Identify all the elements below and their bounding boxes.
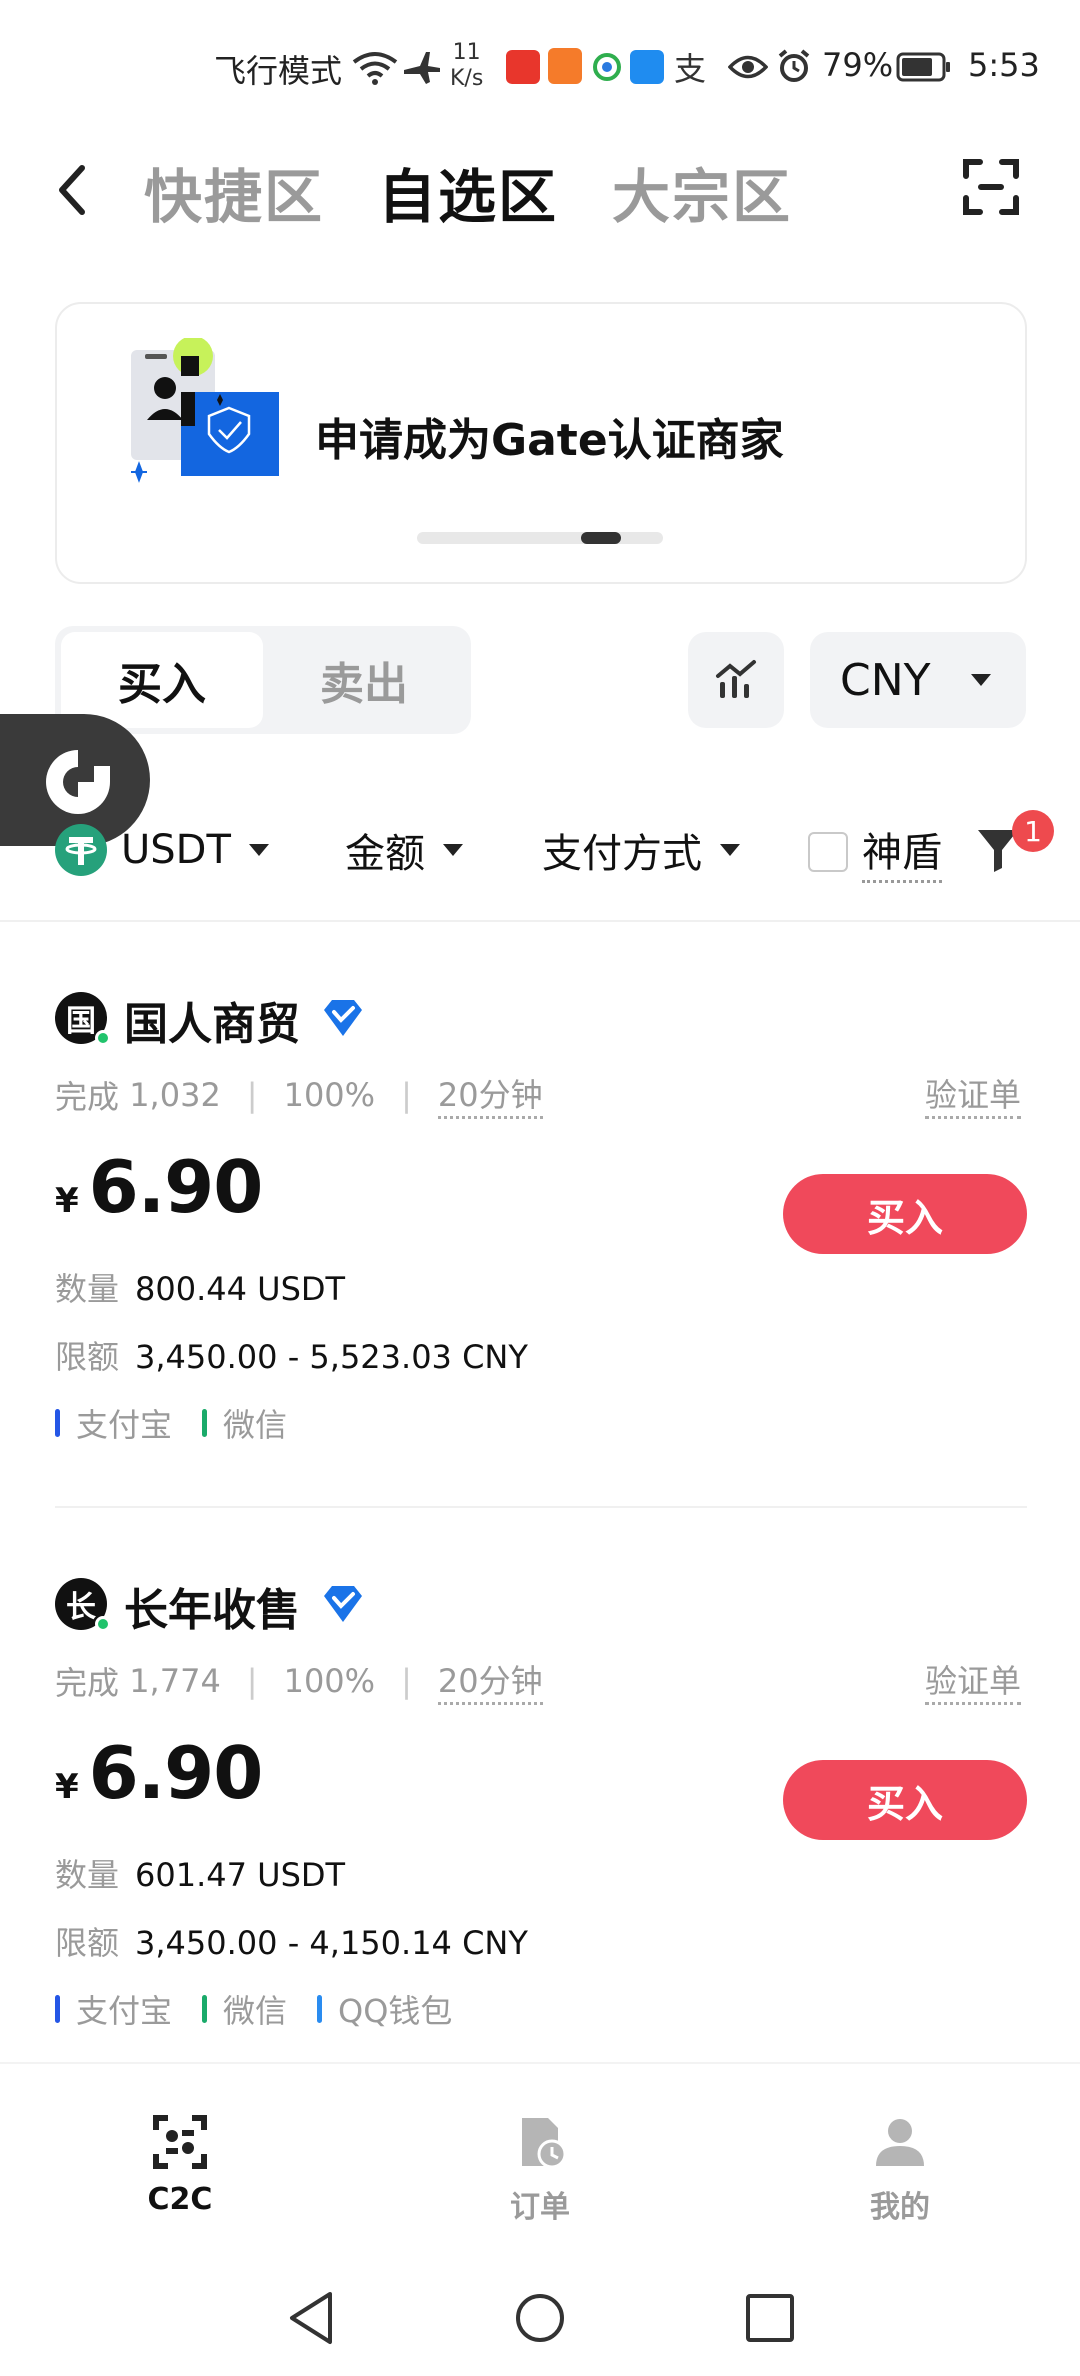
merchant-stats: 完成 1,774 | 100% | 20分钟 [55, 1656, 543, 1705]
verified-diamond-icon [324, 1586, 362, 1622]
tab-bulk-zone[interactable]: 大宗区 [612, 150, 792, 234]
payment-method: 支付宝 [55, 1986, 172, 2032]
c2c-icon [153, 2115, 207, 2169]
market-chart-button[interactable] [688, 632, 784, 728]
network-speed: 11 K/s [450, 40, 484, 91]
merchant-banner[interactable]: 申请成为Gate认证商家 [55, 302, 1027, 584]
currency-select[interactable]: CNY [810, 632, 1026, 728]
bottom-navigation: C2C 订单 我的 [0, 2062, 1080, 2242]
payment-filter-label: 支付方式 [542, 831, 702, 877]
online-indicator [95, 1616, 111, 1632]
merchant-name[interactable]: 长年收售 [124, 1574, 300, 1638]
battery-percent: 79% [822, 46, 894, 84]
quantity-row: 数量 601.47 USDT [55, 1856, 346, 1894]
filter-count-badge: 1 [1012, 810, 1054, 852]
carousel-indicator-active [581, 532, 621, 544]
profile-icon [876, 2119, 924, 2166]
price: ¥ 6.90 [55, 1731, 263, 1815]
tab-quick-zone[interactable]: 快捷区 [144, 150, 324, 234]
order-icon [522, 2118, 567, 2169]
online-indicator [95, 1030, 111, 1046]
section-divider [0, 920, 1080, 922]
chevron-down-icon [443, 844, 463, 856]
quantity-row: 数量 800.44 USDT [55, 1270, 346, 1308]
payment-methods: 支付宝 微信 [55, 1400, 317, 1446]
merchant-name[interactable]: 国人商贸 [124, 988, 300, 1052]
clock-time: 5:53 [968, 46, 1040, 84]
system-back-icon[interactable] [286, 2290, 336, 2346]
usdt-icon [55, 824, 107, 876]
scan-icon[interactable] [962, 158, 1020, 216]
nav-orders[interactable]: 订单 [460, 2114, 620, 2226]
chevron-down-icon [970, 674, 991, 686]
chevron-down-icon [248, 844, 269, 856]
verified-diamond-icon [324, 1000, 362, 1036]
gate-logo-icon [46, 750, 110, 814]
listing-divider [55, 1506, 1027, 1508]
merchant-stats: 完成 1,032 | 100% | 20分钟 [55, 1070, 543, 1119]
payment-method: QQ钱包 [317, 1986, 452, 2032]
nav-orders-label: 订单 [510, 2190, 570, 2225]
price: ¥ 6.90 [55, 1145, 263, 1229]
app-notification-icon [506, 50, 540, 84]
back-arrow-icon[interactable] [52, 160, 100, 220]
coin-value: USDT [121, 827, 231, 873]
limit-row: 限额 3,450.00 - 4,150.14 CNY [55, 1924, 528, 1962]
payment-method: 微信 [202, 1400, 287, 1446]
amount-filter[interactable]: 金额 [345, 820, 463, 880]
nav-profile[interactable]: 我的 [820, 2114, 980, 2226]
banner-title: 申请成为Gate认证商家 [315, 415, 784, 466]
buy-sell-toggle: 买入 卖出 [55, 626, 471, 734]
app-notification-icon [630, 50, 664, 84]
shield-label[interactable]: 神盾 [862, 820, 942, 883]
merchant-avatar[interactable]: 国 [55, 992, 111, 1046]
shield-checkbox[interactable] [808, 832, 848, 872]
buy-button[interactable]: 买入 [783, 1174, 1027, 1254]
eye-icon [728, 55, 768, 79]
limit-row: 限额 3,450.00 - 5,523.03 CNY [55, 1338, 528, 1376]
carousel-indicator [417, 532, 663, 544]
merchant-certification-illustration [131, 338, 279, 483]
tab-custom-zone[interactable]: 自选区 [378, 150, 558, 234]
battery-icon [896, 52, 950, 82]
mobile-app-icon [592, 50, 622, 84]
system-navigation-bar [0, 2250, 1080, 2376]
amount-filter-label: 金额 [345, 831, 425, 877]
nav-profile-label: 我的 [870, 2190, 930, 2225]
system-home-icon[interactable] [512, 2290, 568, 2346]
merchant-avatar[interactable]: 长 [55, 1578, 111, 1632]
verify-order-link[interactable]: 验证单 [925, 1656, 1022, 1705]
payment-method: 微信 [202, 1986, 287, 2032]
chevron-down-icon [720, 844, 740, 856]
payment-filter[interactable]: 支付方式 [542, 820, 740, 880]
sell-tab[interactable]: 卖出 [263, 632, 465, 728]
airplane-mode-text: 飞行模式 [214, 52, 343, 90]
currency-value: CNY [840, 654, 931, 706]
app-notification-icon [548, 48, 582, 84]
nav-c2c-label: C2C [147, 2182, 213, 2217]
nav-c2c[interactable]: C2C [100, 2114, 260, 2217]
wifi-icon [352, 52, 398, 85]
payment-method: 支付宝 [55, 1400, 172, 1446]
chart-icon [716, 660, 756, 698]
airplane-icon [404, 52, 440, 84]
buy-button[interactable]: 买入 [783, 1760, 1027, 1840]
coin-filter[interactable]: USDT [55, 820, 269, 880]
payment-methods: 支付宝 微信 QQ钱包 [55, 1986, 482, 2032]
status-bar: 飞行模式 11 K/s 支 79% 5:53 [0, 0, 1080, 135]
system-recents-icon[interactable] [744, 2292, 796, 2344]
alarm-icon [778, 49, 810, 82]
verify-order-link[interactable]: 验证单 [925, 1070, 1022, 1119]
alipay-icon: 支 [674, 50, 707, 88]
